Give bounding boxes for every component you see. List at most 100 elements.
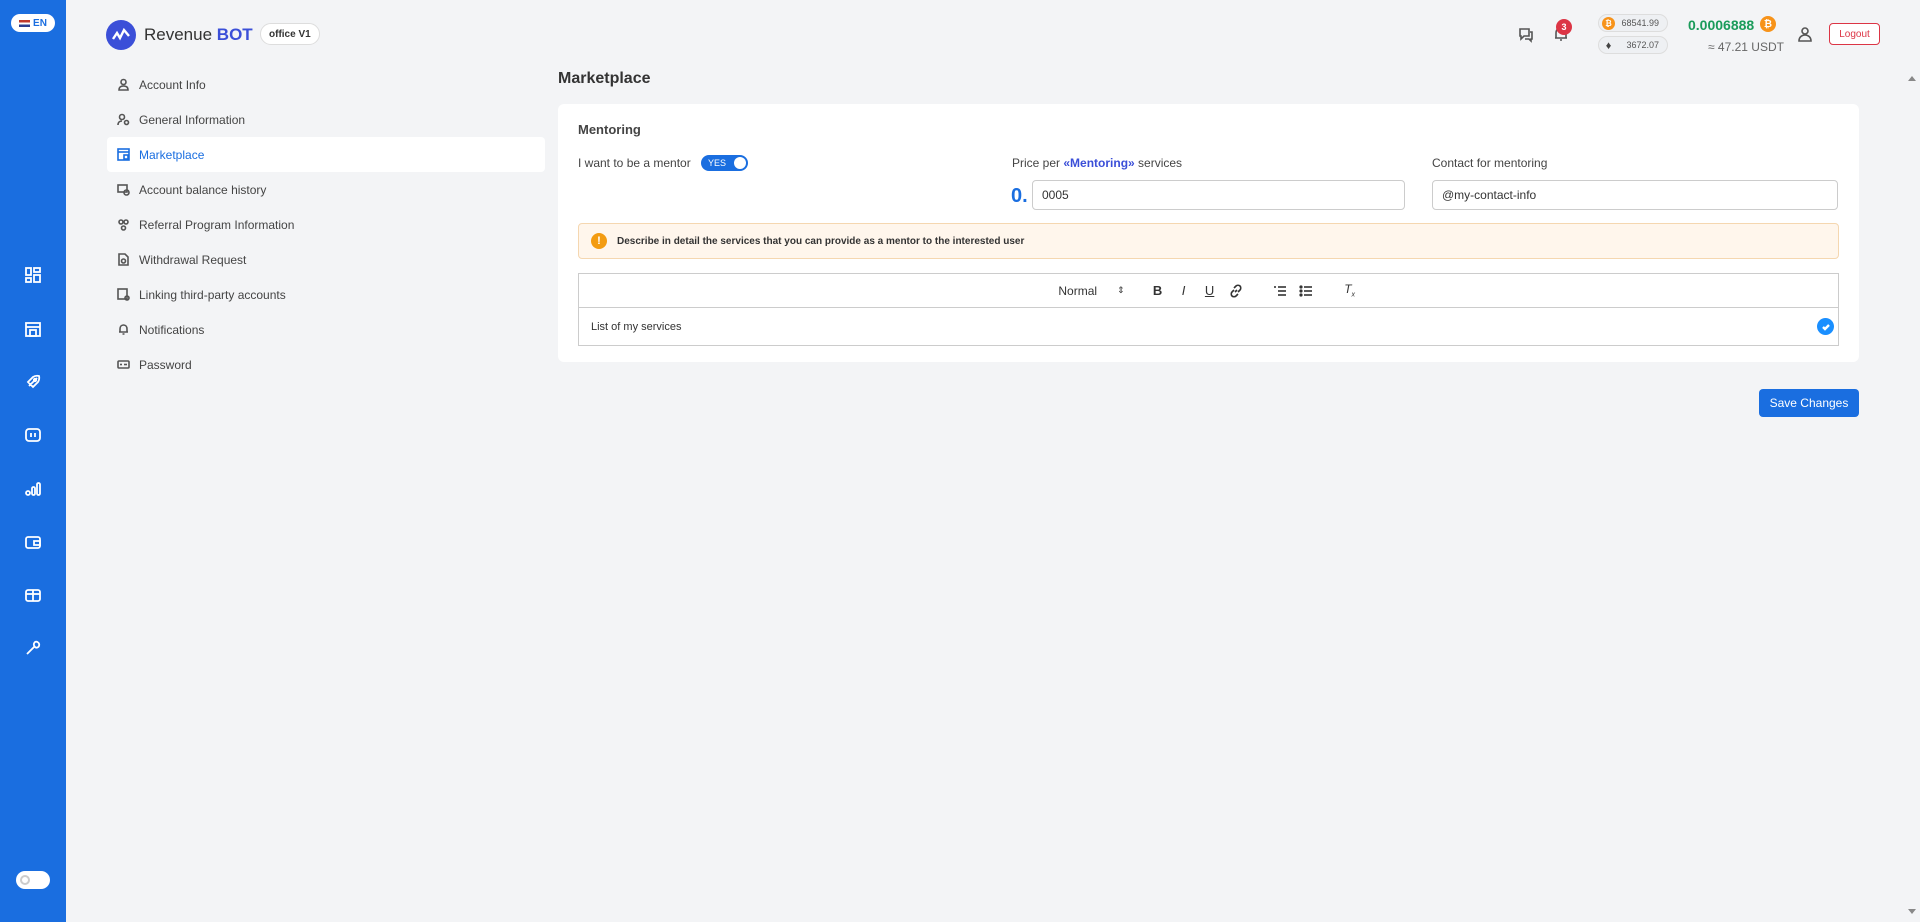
scroll-up-icon[interactable] (1908, 76, 1916, 81)
btc-price: 68541.99 (1621, 18, 1659, 28)
withdraw-icon (118, 253, 129, 266)
balance-usdt: ≈ 47.21 USDT (1708, 40, 1784, 54)
editor-toolbar: Normal ⇕ B I U Tx (579, 274, 1838, 308)
bullet-list-icon (1299, 284, 1312, 297)
referral-icon (118, 219, 129, 231)
theme-toggle[interactable] (16, 871, 50, 889)
subnav-item-label: Password (139, 357, 192, 372)
contact-input[interactable] (1432, 180, 1838, 210)
toggle-label: YES (708, 158, 727, 168)
italic-button[interactable]: I (1175, 282, 1193, 300)
uk-flag-icon (19, 19, 31, 27)
bold-button[interactable]: B (1149, 282, 1167, 300)
logo-text: Revenue BOT (144, 25, 253, 45)
subnav-item-label: Account balance history (139, 182, 267, 197)
subnav-item-password[interactable]: Password (107, 347, 545, 382)
ordered-list-icon (1273, 285, 1286, 296)
logo-mark-icon (106, 20, 136, 50)
notification-count-badge: 3 (1556, 19, 1572, 35)
italic-icon: I (1181, 283, 1186, 298)
price-label: Price per «Mentoring» services (1012, 156, 1182, 170)
subnav-item-general-information[interactable]: General Information (107, 102, 545, 137)
bullet-list-button[interactable] (1297, 282, 1315, 300)
subnav-item-label: Notifications (139, 322, 205, 337)
clear-format-icon: Tx (1344, 282, 1356, 299)
gift-icon[interactable] (22, 584, 44, 606)
language-switcher[interactable]: EN (11, 14, 55, 32)
subnav-item-label: General Information (139, 112, 246, 127)
contact-label: Contact for mentoring (1432, 156, 1548, 170)
wallet-icon[interactable] (22, 531, 44, 553)
bold-icon: B (1152, 283, 1163, 298)
check-icon (1817, 318, 1834, 335)
bell-icon (119, 324, 128, 335)
price-label-highlight: «Mentoring» (1063, 156, 1135, 170)
mentor-toggle[interactable]: YES (701, 155, 748, 171)
support-icon[interactable] (1516, 24, 1536, 44)
subnav-item-withdrawal-request[interactable]: Withdrawal Request (107, 242, 545, 277)
price-input[interactable] (1032, 180, 1405, 210)
subnav-item-linking-accounts[interactable]: Linking third-party accounts (107, 277, 545, 312)
subnav-item-label: Referral Program Information (139, 217, 295, 232)
link-accounts-icon (117, 288, 130, 301)
btc-price-pill: ₿ 68541.99 (1598, 14, 1668, 32)
subnav-item-balance-history[interactable]: Account balance history (107, 172, 545, 207)
subnav-item-referral-program[interactable]: Referral Program Information (107, 207, 545, 242)
marketplace-icon (117, 148, 130, 161)
password-icon (117, 360, 130, 369)
subnav-item-label: Linking third-party accounts (139, 287, 286, 302)
office-badge[interactable]: office V1 (260, 23, 320, 45)
logo[interactable]: Revenue BOT (106, 20, 253, 50)
format-select[interactable]: Normal ⇕ (1058, 284, 1124, 298)
eth-price-pill: ♦ 3672.07 (1598, 36, 1668, 54)
brand-prefix: Revenue (144, 25, 213, 44)
warning-icon: ! (591, 233, 607, 249)
underline-button[interactable]: U (1201, 282, 1219, 300)
save-changes-button[interactable]: Save Changes (1759, 389, 1859, 417)
price-label-prefix: Price per (1012, 156, 1064, 170)
subnav-item-label: Marketplace (139, 147, 205, 162)
editor-content[interactable]: List of my services (579, 308, 1838, 346)
page-scrollbar[interactable] (1904, 68, 1920, 922)
info-alert: ! Describe in detail the services that y… (578, 223, 1839, 259)
bot-icon[interactable] (22, 424, 44, 446)
chevron-updown-icon: ⇕ (1117, 285, 1125, 295)
user-icon (118, 78, 129, 91)
chart-icon[interactable] (22, 478, 44, 500)
clear-format-button[interactable]: Tx (1341, 282, 1359, 300)
link-button[interactable] (1227, 282, 1245, 300)
eth-coin-icon: ♦ (1605, 39, 1612, 52)
settings-subnav: Account Info General Information Marketp… (107, 67, 545, 382)
editor-text: List of my services (591, 321, 682, 333)
language-label: EN (33, 17, 47, 29)
user-gear-icon (117, 113, 130, 126)
btc-coin-icon: ₿ (1602, 17, 1615, 30)
subnav-item-label: Account Info (139, 77, 206, 92)
subnav-item-marketplace[interactable]: Marketplace (107, 137, 545, 172)
tools-icon[interactable] (22, 637, 44, 659)
scroll-down-icon[interactable] (1908, 909, 1916, 914)
profile-icon[interactable] (1795, 24, 1815, 44)
dashboard-icon[interactable] (22, 264, 44, 286)
alert-text: Describe in detail the services that you… (617, 235, 1025, 247)
price-label-suffix: services (1134, 156, 1183, 170)
mentor-label: I want to be a mentor (578, 156, 691, 170)
mentoring-card: Mentoring I want to be a mentor YES Pric… (558, 104, 1859, 362)
eth-price: 3672.07 (1626, 40, 1659, 50)
ordered-list-button[interactable] (1271, 282, 1289, 300)
subnav-item-label: Withdrawal Request (139, 252, 247, 267)
underline-icon: U (1204, 283, 1215, 298)
subnav-item-account-info[interactable]: Account Info (107, 67, 545, 102)
btc-balance-icon[interactable]: ₿ (1760, 16, 1776, 32)
rich-text-editor: Normal ⇕ B I U Tx List of my services (578, 273, 1839, 346)
section-title: Mentoring (578, 122, 641, 137)
balance-value: 0.0006888 (1688, 17, 1755, 33)
format-select-value: Normal (1058, 283, 1098, 298)
link-icon (1230, 283, 1242, 298)
subnav-item-notifications[interactable]: Notifications (107, 312, 545, 347)
rocket-icon[interactable] (22, 371, 44, 393)
logout-button[interactable]: Logout (1829, 23, 1880, 45)
store-icon[interactable] (22, 318, 44, 340)
brand-suffix: BOT (216, 25, 253, 44)
page-title: Marketplace (558, 70, 651, 87)
